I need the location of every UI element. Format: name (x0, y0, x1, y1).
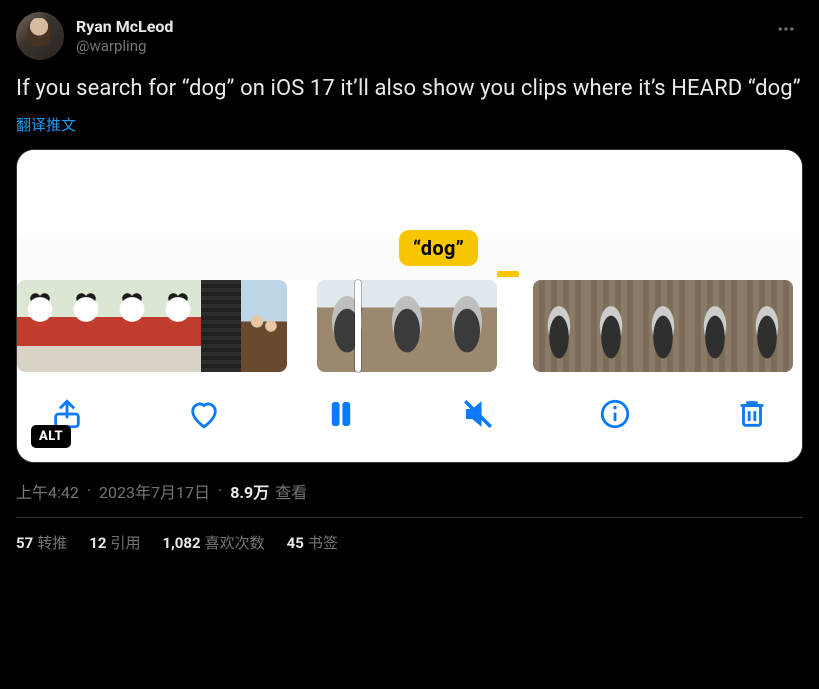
author-display-name[interactable]: Ryan McLeod (76, 17, 173, 37)
thumbnail (637, 280, 689, 372)
translate-link[interactable]: 翻译推文 (16, 114, 76, 135)
author-handle[interactable]: @warpling (76, 37, 173, 56)
heart-icon (187, 397, 221, 431)
thumbnail (63, 280, 109, 372)
quotes-stat[interactable]: 12引用 (89, 532, 140, 553)
author-names: Ryan McLeod @warpling (76, 17, 173, 56)
clip-group-2[interactable] (317, 280, 497, 372)
clip-group-3[interactable] (533, 280, 793, 372)
more-button[interactable] (769, 12, 803, 46)
thumbnail (155, 280, 201, 372)
likes-stat[interactable]: 1,082喜欢次数 (162, 532, 264, 553)
thumbnail (533, 280, 585, 372)
views-count[interactable]: 8.9万 (230, 479, 269, 503)
ellipsis-icon (776, 19, 796, 39)
thumbnail (437, 280, 497, 372)
retweets-stat[interactable]: 57转推 (16, 532, 67, 553)
media-card[interactable]: “dog” (16, 149, 803, 463)
pause-icon (324, 397, 358, 431)
thumbnail (17, 280, 63, 372)
caption-bubble-row: “dog” (17, 238, 802, 280)
thumbnail (741, 280, 793, 372)
views-label: 查看 (275, 479, 307, 503)
pause-button[interactable] (319, 392, 363, 436)
caption-bubble: “dog” (399, 230, 478, 266)
bookmarks-stat[interactable]: 45书签 (287, 532, 338, 553)
thumbnail (201, 280, 241, 372)
delete-button[interactable] (730, 392, 774, 436)
thumbnail (689, 280, 741, 372)
tweet-text: If you search for “dog” on iOS 17 it’ll … (16, 74, 803, 104)
caption-marker (497, 271, 519, 277)
info-button[interactable] (593, 392, 637, 436)
video-timeline[interactable] (17, 280, 802, 372)
media-whitespace (17, 150, 802, 238)
thumbnail (109, 280, 155, 372)
tweet-container: Ryan McLeod @warpling If you search for … (0, 0, 819, 567)
tweet-stats: 57转推 12引用 1,082喜欢次数 45书签 (16, 518, 803, 557)
tweet-header: Ryan McLeod @warpling (16, 12, 803, 60)
info-icon (598, 397, 632, 431)
thumbnail (317, 280, 377, 372)
speaker-muted-icon (461, 397, 495, 431)
media-toolbar (17, 372, 802, 462)
tweet-time[interactable]: 上午4:42 (16, 479, 79, 503)
mute-button[interactable] (456, 392, 500, 436)
author-block[interactable]: Ryan McLeod @warpling (16, 12, 173, 60)
thumbnail (585, 280, 637, 372)
scrubber-handle[interactable] (355, 280, 361, 372)
separator-dot (216, 481, 224, 500)
avatar[interactable] (16, 12, 64, 60)
separator-dot (85, 481, 93, 500)
like-button[interactable] (182, 392, 226, 436)
alt-badge[interactable]: ALT (31, 425, 71, 448)
tweet-date[interactable]: 2023年7月17日 (99, 479, 210, 503)
clip-group-1[interactable] (17, 280, 287, 372)
tweet-meta: 上午4:42 2023年7月17日 8.9万 查看 (16, 479, 803, 503)
thumbnail (377, 280, 437, 372)
trash-icon (735, 397, 769, 431)
thumbnail (241, 280, 287, 372)
